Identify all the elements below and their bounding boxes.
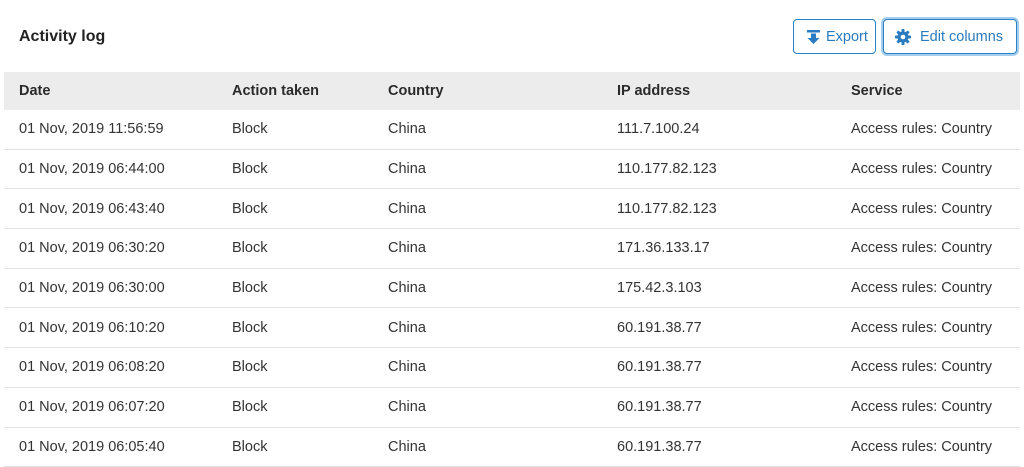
cell-ip-address: 110.177.82.123 — [617, 150, 717, 189]
cell-action: Block — [232, 269, 267, 308]
table-row[interactable]: 01 Nov, 2019 06:05:40 Block China 60.191… — [4, 428, 1020, 467]
download-arrow-icon — [805, 29, 821, 45]
cell-ip-address: 60.191.38.77 — [617, 388, 702, 427]
cell-country: China — [388, 110, 426, 149]
cell-action: Block — [232, 189, 267, 228]
cell-country: China — [388, 388, 426, 427]
cell-date: 01 Nov, 2019 06:30:20 — [19, 229, 165, 268]
cell-service: Access rules: Country — [851, 110, 992, 149]
cell-date: 01 Nov, 2019 06:30:00 — [19, 269, 165, 308]
cell-ip-address: 171.36.133.17 — [617, 229, 710, 268]
cell-country: China — [388, 348, 426, 387]
export-button[interactable]: Export — [793, 19, 876, 54]
cell-country: China — [388, 189, 426, 228]
table-row[interactable]: 01 Nov, 2019 06:30:00 Block China 175.42… — [4, 269, 1020, 309]
table-row[interactable]: 01 Nov, 2019 06:30:20 Block China 171.36… — [4, 229, 1020, 269]
cell-ip-address: 60.191.38.77 — [617, 348, 702, 387]
cell-date: 01 Nov, 2019 06:08:20 — [19, 348, 165, 387]
cell-date: 01 Nov, 2019 06:10:20 — [19, 308, 165, 347]
cell-service: Access rules: Country — [851, 388, 992, 427]
cell-action: Block — [232, 150, 267, 189]
cell-action: Block — [232, 229, 267, 268]
cell-ip-address: 60.191.38.77 — [617, 308, 702, 347]
cell-action: Block — [232, 388, 267, 427]
column-header-date[interactable]: Date — [19, 72, 50, 110]
cell-date: 01 Nov, 2019 06:43:40 — [19, 189, 165, 228]
column-header-country[interactable]: Country — [388, 72, 444, 110]
table-row[interactable]: 01 Nov, 2019 06:44:00 Block China 110.17… — [4, 150, 1020, 190]
table-row[interactable]: 01 Nov, 2019 06:43:40 Block China 110.17… — [4, 189, 1020, 229]
gear-icon — [895, 29, 911, 45]
cell-date: 01 Nov, 2019 06:07:20 — [19, 388, 165, 427]
cell-ip-address: 111.7.100.24 — [617, 110, 700, 149]
table-row[interactable]: 01 Nov, 2019 06:07:20 Block China 60.191… — [4, 388, 1020, 428]
cell-ip-address: 60.191.38.77 — [617, 428, 702, 467]
page-title: Activity log — [19, 28, 105, 46]
table-row[interactable]: 01 Nov, 2019 06:08:20 Block China 60.191… — [4, 348, 1020, 388]
export-label: Export — [826, 29, 868, 45]
column-header-service[interactable]: Service — [851, 72, 903, 110]
cell-date: 01 Nov, 2019 11:56:59 — [19, 110, 164, 149]
cell-action: Block — [232, 348, 267, 387]
cell-service: Access rules: Country — [851, 308, 992, 347]
cell-action: Block — [232, 428, 267, 467]
cell-country: China — [388, 428, 426, 467]
cell-service: Access rules: Country — [851, 150, 992, 189]
cell-country: China — [388, 229, 426, 268]
cell-service: Access rules: Country — [851, 269, 992, 308]
edit-columns-label: Edit columns — [920, 29, 1003, 45]
cell-service: Access rules: Country — [851, 229, 992, 268]
cell-ip-address: 175.42.3.103 — [617, 269, 702, 308]
cell-date: 01 Nov, 2019 06:44:00 — [19, 150, 165, 189]
table-header-row: Date Action taken Country IP address Ser… — [4, 72, 1020, 110]
column-header-action-taken[interactable]: Action taken — [232, 72, 319, 110]
table-row[interactable]: 01 Nov, 2019 06:10:20 Block China 60.191… — [4, 308, 1020, 348]
cell-country: China — [388, 308, 426, 347]
cell-country: China — [388, 150, 426, 189]
cell-action: Block — [232, 110, 267, 149]
activity-table: Date Action taken Country IP address Ser… — [4, 72, 1020, 467]
cell-action: Block — [232, 308, 267, 347]
column-header-ip-address[interactable]: IP address — [617, 72, 690, 110]
cell-country: China — [388, 269, 426, 308]
cell-service: Access rules: Country — [851, 348, 992, 387]
cell-date: 01 Nov, 2019 06:05:40 — [19, 428, 165, 467]
cell-service: Access rules: Country — [851, 428, 992, 467]
edit-columns-button[interactable]: Edit columns — [883, 19, 1017, 54]
activity-log-header: Activity log Export Edit — [0, 0, 1024, 72]
cell-ip-address: 110.177.82.123 — [617, 189, 717, 228]
cell-service: Access rules: Country — [851, 189, 992, 228]
table-row[interactable]: 01 Nov, 2019 11:56:59 Block China 111.7.… — [4, 110, 1020, 150]
